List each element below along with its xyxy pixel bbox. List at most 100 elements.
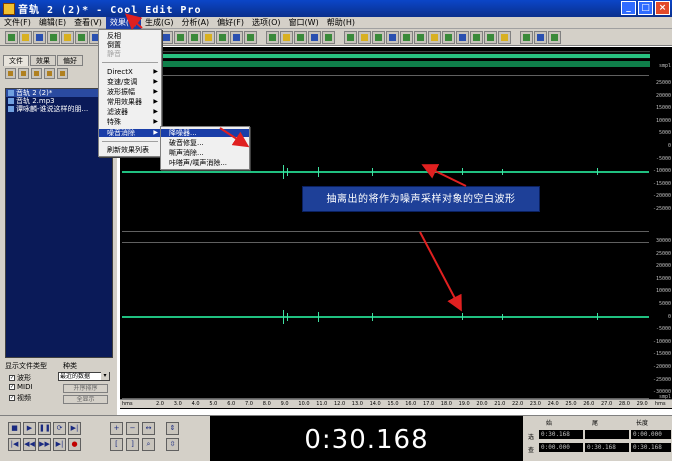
menu-5[interactable]: 分析(A): [177, 17, 213, 29]
minimize-button[interactable]: _: [621, 1, 636, 15]
toolbar-tool-icon[interactable]: [294, 31, 307, 44]
menu-item-clip-restoration[interactable]: 破音修复...: [161, 139, 249, 147]
zoom-out-icon[interactable]: −: [126, 422, 139, 435]
toolbar-tool-icon[interactable]: [322, 31, 335, 44]
menu-item-refresh-effects[interactable]: 刷新效果列表: [99, 146, 161, 154]
toolbar-tool-icon[interactable]: [308, 31, 321, 44]
zoom-in-icon[interactable]: +: [110, 422, 123, 435]
toolbar-tool-icon[interactable]: [5, 31, 18, 44]
menu-item-directx[interactable]: DirectX ▶: [99, 68, 161, 76]
menu-item-invert[interactable]: 反相: [99, 32, 161, 40]
checkbox-icon[interactable]: ✓: [9, 395, 15, 401]
toolbar-tool-icon[interactable]: [61, 31, 74, 44]
menu-1[interactable]: 编辑(E): [35, 17, 70, 29]
menu-8[interactable]: 窗口(W): [285, 17, 323, 29]
zoom-vertical-in-icon[interactable]: ⇕: [166, 422, 179, 435]
menu-item-special[interactable]: 特殊 ▶: [99, 118, 161, 126]
toolbar-tool-icon[interactable]: [428, 31, 441, 44]
toolbar-tool-icon[interactable]: [548, 31, 561, 44]
toolbar-tool-icon[interactable]: [230, 31, 243, 44]
toolbar-tool-icon[interactable]: [174, 31, 187, 44]
view-length-field[interactable]: 0:30.168: [631, 443, 671, 452]
pause-button[interactable]: ❚❚: [38, 422, 51, 435]
toolbar-tool-icon[interactable]: [33, 31, 46, 44]
insert-file-icon[interactable]: [31, 68, 42, 79]
menu-0[interactable]: 文件(F): [0, 17, 35, 29]
toolbar-tool-icon[interactable]: [244, 31, 257, 44]
toolbar-tool-icon[interactable]: [534, 31, 547, 44]
record-button[interactable]: ●: [68, 438, 81, 451]
menu-item-time-pitch[interactable]: 变速/变调 ▶: [99, 78, 161, 86]
play-button[interactable]: ▶: [23, 422, 36, 435]
toolbar-tool-icon[interactable]: [19, 31, 32, 44]
stop-button[interactable]: ■: [8, 422, 21, 435]
horizontal-scrollbar[interactable]: [120, 61, 672, 67]
play-to-end-button[interactable]: ▶|: [68, 422, 81, 435]
open-file-icon[interactable]: [5, 68, 16, 79]
toolbar-tool-icon[interactable]: [266, 31, 279, 44]
checkbox-icon[interactable]: ✓: [9, 375, 15, 381]
tab-effects[interactable]: 效果: [30, 55, 56, 66]
play-loop-button[interactable]: ⟳: [53, 422, 66, 435]
toolbar-tool-icon[interactable]: [442, 31, 455, 44]
toolbar-tool-icon[interactable]: [188, 31, 201, 44]
menu-item-filters[interactable]: 滤波器 ▶: [99, 108, 161, 116]
play-file-icon[interactable]: [57, 68, 68, 79]
filter-wave[interactable]: ✓ 波形: [9, 373, 31, 383]
toolbar-tool-icon[interactable]: [358, 31, 371, 44]
menu-7[interactable]: 选项(O): [248, 17, 285, 29]
sort-button[interactable]: 升序排序: [63, 384, 108, 393]
menu-3[interactable]: 效果(T): [105, 16, 141, 29]
menu-item-amplitude[interactable]: 波形振幅 ▶: [99, 88, 161, 96]
menu-9[interactable]: 帮助(H): [323, 17, 359, 29]
toolbar-tool-icon[interactable]: [520, 31, 533, 44]
zoom-full-icon[interactable]: ↔: [142, 422, 155, 435]
menu-item-hiss-reduction[interactable]: 嘶声消除...: [161, 149, 249, 157]
toolbar-tool-icon[interactable]: [372, 31, 385, 44]
toolbar-tool-icon[interactable]: [344, 31, 357, 44]
sel-length-field[interactable]: 0:00.000: [631, 430, 671, 439]
toolbar-tool-icon[interactable]: [280, 31, 293, 44]
zoom-selection-icon[interactable]: ⌕: [142, 438, 155, 451]
menu-item-silence[interactable]: 静音: [99, 50, 161, 58]
go-end-button[interactable]: ▶|: [53, 438, 66, 451]
toolbar-tool-icon[interactable]: [456, 31, 469, 44]
rewind-button[interactable]: ◀◀: [23, 438, 36, 451]
menu-2[interactable]: 查看(V): [70, 17, 106, 29]
menu-item-noise-reducer[interactable]: 降噪器...: [161, 129, 249, 137]
toolbar-tool-icon[interactable]: [202, 31, 215, 44]
sel-end-field[interactable]: [585, 430, 629, 439]
channel-right[interactable]: [122, 240, 649, 402]
view-start-field[interactable]: 0:00.000: [539, 443, 583, 452]
toolbar-tool-icon[interactable]: [216, 31, 229, 44]
filter-video[interactable]: ✓ 视频: [9, 393, 31, 403]
go-start-button[interactable]: |◀: [8, 438, 21, 451]
tab-favorites[interactable]: 偏好: [57, 55, 83, 66]
toolbar-tool-icon[interactable]: [470, 31, 483, 44]
checkbox-icon[interactable]: ✓: [9, 384, 15, 390]
menu-item-click-pop-eliminator[interactable]: 咔嗒声/噗声消除...: [161, 159, 249, 167]
menu-item-noise-reduction[interactable]: 噪音消除 ▶: [99, 129, 161, 137]
zoom-right-icon[interactable]: ]: [126, 438, 139, 451]
maximize-button[interactable]: □: [638, 1, 653, 15]
tab-files[interactable]: 文件: [3, 55, 29, 66]
close-file-icon[interactable]: [18, 68, 29, 79]
list-item[interactable]: 谭咏麟-谁说这样的朋...: [6, 105, 112, 113]
show-all-button[interactable]: 全显示: [63, 395, 108, 404]
toolbar-tool-icon[interactable]: [47, 31, 60, 44]
menu-item-reverse[interactable]: 倒置: [99, 41, 161, 49]
toolbar-tool-icon[interactable]: [75, 31, 88, 44]
view-end-field[interactable]: 0:30.168: [585, 443, 629, 452]
zoom-vertical-out-icon[interactable]: ⇳: [166, 438, 179, 451]
forward-button[interactable]: ▶▶: [38, 438, 51, 451]
zoom-left-icon[interactable]: [: [110, 438, 123, 451]
time-ruler[interactable]: hms hms 2.0 3.0 4.0 5.0 6.0 7.0 8.0 9.0 10.0 11.0…: [120, 399, 672, 408]
toolbar-tool-icon[interactable]: [400, 31, 413, 44]
waveform-view[interactable]: smpl smpl 25000 20000 15000 10000 5000 0 -5000…: [120, 47, 672, 409]
overview-bar[interactable]: [125, 51, 651, 59]
list-item[interactable]: 音轨 2.mp3: [6, 97, 112, 105]
toolbar-tool-icon[interactable]: [414, 31, 427, 44]
menu-4[interactable]: 生成(G): [141, 17, 177, 29]
toolbar-tool-icon[interactable]: [498, 31, 511, 44]
filter-midi[interactable]: ✓ MIDI: [9, 383, 33, 391]
